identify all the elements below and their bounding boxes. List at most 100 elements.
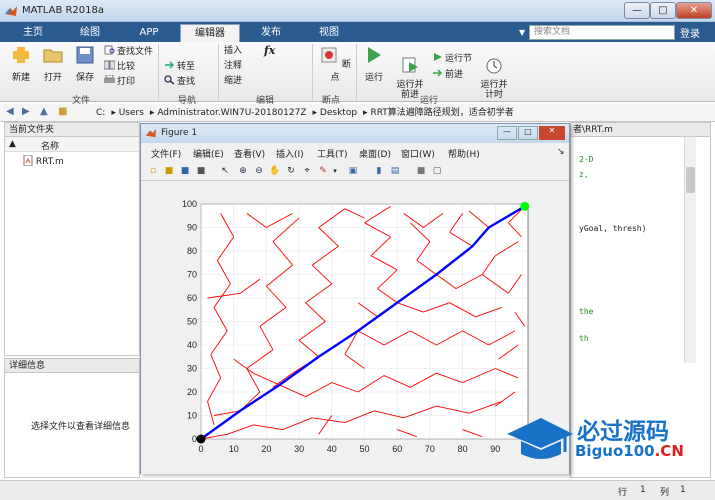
indent-button[interactable]: 缩进 — [224, 75, 242, 88]
current-folder-panel: 当前文件夹 ▲ 名称 RRT.m — [4, 122, 140, 356]
editor-scrollbar[interactable] — [684, 137, 696, 363]
fx-button[interactable]: fx — [264, 44, 275, 57]
col-label: 列 — [660, 488, 670, 498]
menu-help[interactable]: 帮助(H) — [448, 147, 480, 160]
insert-button[interactable]: 插入 — [224, 45, 242, 58]
run-advance-button[interactable]: 运行并 前进 — [392, 46, 428, 100]
print-icon[interactable]: ■ — [195, 165, 207, 177]
crumb-users[interactable]: Users — [119, 108, 144, 118]
breakpoints-button[interactable]: 断点 — [318, 46, 352, 83]
tab-plots[interactable]: 绘图 — [62, 24, 118, 42]
file-item-rrt[interactable]: RRT.m — [23, 154, 64, 167]
find-button[interactable]: 查找 — [164, 75, 195, 88]
legend-icon[interactable]: ▤ — [389, 165, 401, 177]
find-files-button[interactable]: 查找文件 — [104, 45, 153, 58]
sort-icon[interactable]: ▲ — [9, 139, 16, 149]
search-docs-input[interactable]: 搜索文档 — [529, 25, 675, 40]
data-cursor-icon[interactable]: ⌖ — [301, 165, 313, 177]
x-tick-label: 60 — [392, 444, 402, 454]
figure-maximize-button[interactable]: □ — [518, 126, 538, 140]
maximize-button[interactable]: □ — [650, 2, 676, 19]
figure-close-button[interactable]: ✕ — [539, 126, 565, 140]
goto-button[interactable]: 转至 — [164, 60, 195, 73]
close-button[interactable]: ✕ — [676, 2, 712, 19]
m-file-icon — [23, 154, 33, 167]
tab-editor[interactable]: 编辑器 — [180, 24, 240, 42]
y-tick-label: 70 — [187, 270, 197, 280]
pan-icon[interactable]: ✋ — [269, 165, 281, 177]
matlab-logo-icon — [5, 6, 17, 16]
y-tick-label: 20 — [187, 387, 197, 397]
run-button[interactable]: 运行 — [360, 46, 388, 83]
find-label: 查找 — [177, 77, 196, 87]
tab-home[interactable]: 主页 — [8, 24, 58, 42]
details-message: 选择文件以查看详细信息 — [31, 422, 131, 432]
colorbar-icon[interactable]: ▮ — [373, 165, 385, 177]
goto-icon — [165, 61, 175, 69]
hide-tools-icon[interactable]: ■ — [415, 165, 427, 177]
figure-minimize-button[interactable]: — — [497, 126, 517, 140]
goal-marker — [520, 201, 530, 211]
save-button[interactable]: 保存 — [70, 46, 100, 83]
save-icon[interactable]: ■ — [179, 165, 191, 177]
x-tick-label: 20 — [261, 444, 271, 454]
back-arrow-icon[interactable]: ◀ — [6, 106, 18, 118]
menu-dock-icon[interactable]: ↘ — [557, 147, 565, 157]
run-advance-icon — [402, 57, 418, 73]
menu-view[interactable]: 查看(V) — [234, 147, 265, 160]
menu-desktop[interactable]: 桌面(D) — [359, 147, 391, 160]
login-link[interactable]: 登录 — [680, 25, 700, 40]
crumb-user[interactable]: Administrator.WIN7U-20180127Z — [157, 108, 306, 118]
group-divider — [218, 44, 219, 100]
figure-menu-bar: 文件(F) 编辑(E) 查看(V) 插入(I) 工具(T) 桌面(D) 窗口(W… — [141, 144, 569, 160]
compare-button[interactable]: 比较 — [104, 60, 135, 73]
new-button[interactable]: 新建 — [6, 46, 36, 83]
tab-publish[interactable]: 发布 — [244, 24, 298, 42]
col-value: 1 — [680, 485, 686, 495]
run-time-button[interactable]: 运行并 计时 — [476, 46, 512, 100]
menu-tools[interactable]: 工具(T) — [317, 147, 348, 160]
brush-dropdown-icon[interactable]: ▾ — [329, 165, 341, 177]
rotate-icon[interactable]: ↻ — [285, 165, 297, 177]
menu-file[interactable]: 文件(F) — [151, 147, 181, 160]
tab-view[interactable]: 视图 — [302, 24, 356, 42]
watermark-english-suffix: .CN — [654, 442, 684, 460]
editor-title: 者\RRT.m — [571, 123, 710, 137]
x-tick-label: 70 — [425, 444, 435, 454]
up-folder-icon[interactable]: ▲ — [40, 106, 52, 118]
link-plot-icon[interactable]: ▣ — [347, 165, 359, 177]
advance-button[interactable]: 前进 — [432, 68, 463, 81]
run-section-button[interactable]: 运行节 — [432, 52, 472, 65]
minimize-button[interactable]: — — [624, 2, 650, 19]
browse-folder-icon[interactable]: ■ — [58, 106, 70, 118]
find-magnifier-icon — [164, 75, 175, 85]
zoom-out-icon[interactable]: ⊖ — [253, 165, 265, 177]
scroll-thumb[interactable] — [686, 167, 695, 193]
crumb-drive[interactable]: C: — [96, 108, 105, 118]
show-tools-icon[interactable]: ▢ — [431, 165, 443, 177]
open-button[interactable]: 打开 — [38, 46, 68, 83]
name-column-header[interactable]: 名称 — [41, 139, 59, 152]
search-dropdown-icon[interactable]: ▼ — [519, 28, 525, 37]
brush-icon[interactable]: ✎ — [317, 165, 329, 177]
details-panel: 详细信息 选择文件以查看详细信息 — [4, 358, 140, 478]
zoom-in-icon[interactable]: ⊕ — [237, 165, 249, 177]
group-divider — [356, 44, 357, 100]
watermark-logo: 必过源码 Biguo100.CN — [505, 410, 711, 468]
path-bar: ◀ ▶ ▲ ■ C: ▸ Users ▸ Administrator.WIN7U-2… — [0, 104, 715, 122]
crumb-desktop[interactable]: Desktop — [320, 108, 357, 118]
menu-edit[interactable]: 编辑(E) — [193, 147, 224, 160]
comment-button[interactable]: 注释 — [224, 60, 242, 73]
forward-arrow-icon[interactable]: ▶ — [22, 106, 34, 118]
group-divider — [312, 44, 313, 100]
menu-insert[interactable]: 插入(I) — [276, 147, 304, 160]
new-figure-icon[interactable]: ▫ — [147, 165, 159, 177]
menu-window[interactable]: 窗口(W) — [401, 147, 435, 160]
crumb-project[interactable]: RRT算法遍障路径规划，适合初学者 — [370, 108, 513, 118]
code-line: z, — [579, 170, 589, 179]
print-button[interactable]: 打印 — [104, 75, 135, 88]
tab-apps[interactable]: APP — [122, 24, 176, 42]
file-list-header[interactable]: ▲ 名称 — [5, 137, 139, 152]
pointer-icon[interactable]: ↖ — [219, 165, 231, 177]
open-icon[interactable]: ■ — [163, 165, 175, 177]
